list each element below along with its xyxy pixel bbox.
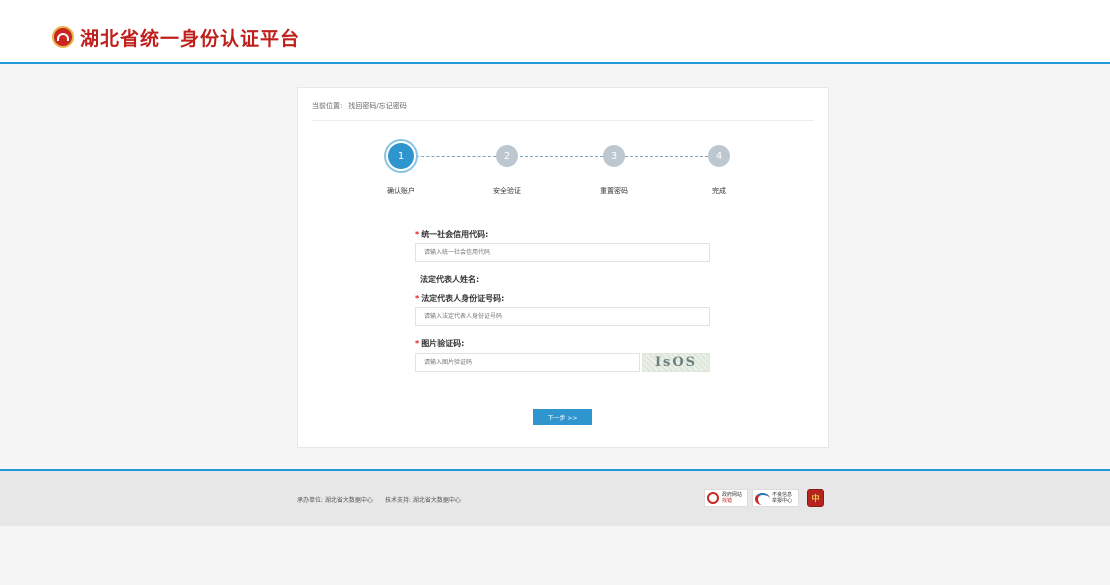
captcha-label: * 图片验证码: xyxy=(415,338,464,349)
report-center-badge[interactable]: 不良信息 举报中心 xyxy=(752,489,799,507)
legal-rep-name-label-text: 法定代表人姓名: xyxy=(420,275,480,284)
report-center-icon xyxy=(755,492,770,505)
required-mark: * xyxy=(415,339,420,348)
step-3-circle: 3 xyxy=(603,145,625,167)
retrieve-password-card: 当前位置: 找回密码/忘记密码 1 2 3 4 确认账户 安全验证 重置密码 完成… xyxy=(297,87,829,448)
captcha-text: IsOS xyxy=(654,355,698,370)
host-unit-text: 承办单位: 湖北省大数据中心 xyxy=(297,497,373,504)
breadcrumb-prefix: 当前位置: xyxy=(312,102,343,110)
tech-support-text: 技术支持: 湖北省大数据中心 xyxy=(384,497,461,504)
report-badge-line2: 举报中心 xyxy=(772,498,793,504)
captcha-label-text: 图片验证码: xyxy=(421,339,465,348)
step-connector xyxy=(520,156,603,157)
credit-code-input[interactable] xyxy=(415,243,710,262)
step-3-label: 重置密码 xyxy=(600,187,628,195)
legal-rep-id-label: * 法定代表人身份证号码: xyxy=(415,293,504,304)
gov-site-error-badge[interactable]: 政府网站 找错 xyxy=(704,489,748,507)
captcha-input[interactable] xyxy=(415,353,640,372)
step-2-label: 安全验证 xyxy=(493,187,521,195)
site-title[interactable]: 湖北省统一身份认证平台 xyxy=(80,24,300,51)
credit-code-label: * 统一社会信用代码: xyxy=(415,229,488,240)
step-4-label: 完成 xyxy=(712,187,726,195)
step-4-circle: 4 xyxy=(708,145,730,167)
step-connector xyxy=(625,156,708,157)
next-step-button[interactable]: 下一步 >> xyxy=(533,409,592,425)
step-2-circle: 2 xyxy=(496,145,518,167)
step-1-label: 确认账户 xyxy=(387,187,415,195)
captcha-image[interactable]: IsOS xyxy=(642,353,710,372)
footer-info: 承办单位: 湖北省大数据中心 技术支持: 湖北省大数据中心 xyxy=(297,495,461,504)
legal-rep-name-label: 法定代表人姓名: xyxy=(415,274,479,285)
breadcrumb-current: 找回密码/忘记密码 xyxy=(348,102,407,110)
party-org-badge-icon[interactable]: 中 xyxy=(807,489,824,507)
site-logo-icon[interactable] xyxy=(52,26,74,48)
divider xyxy=(312,120,814,121)
step-connector xyxy=(416,156,496,157)
required-mark: * xyxy=(415,294,420,303)
legal-rep-id-label-text: 法定代表人身份证号码: xyxy=(421,294,505,303)
gov-badge-line2: 找错 xyxy=(722,498,733,504)
gov-site-error-icon xyxy=(707,492,719,504)
credit-code-label-text: 统一社会信用代码: xyxy=(421,230,489,239)
site-footer: 承办单位: 湖北省大数据中心 技术支持: 湖北省大数据中心 政府网站 找错 不良信… xyxy=(0,469,1110,526)
step-1-circle: 1 xyxy=(388,143,414,169)
legal-rep-id-input[interactable] xyxy=(415,307,710,326)
breadcrumb: 当前位置: 找回密码/忘记密码 xyxy=(312,101,407,111)
required-mark: * xyxy=(415,230,420,239)
site-header: 湖北省统一身份认证平台 xyxy=(0,0,1110,64)
